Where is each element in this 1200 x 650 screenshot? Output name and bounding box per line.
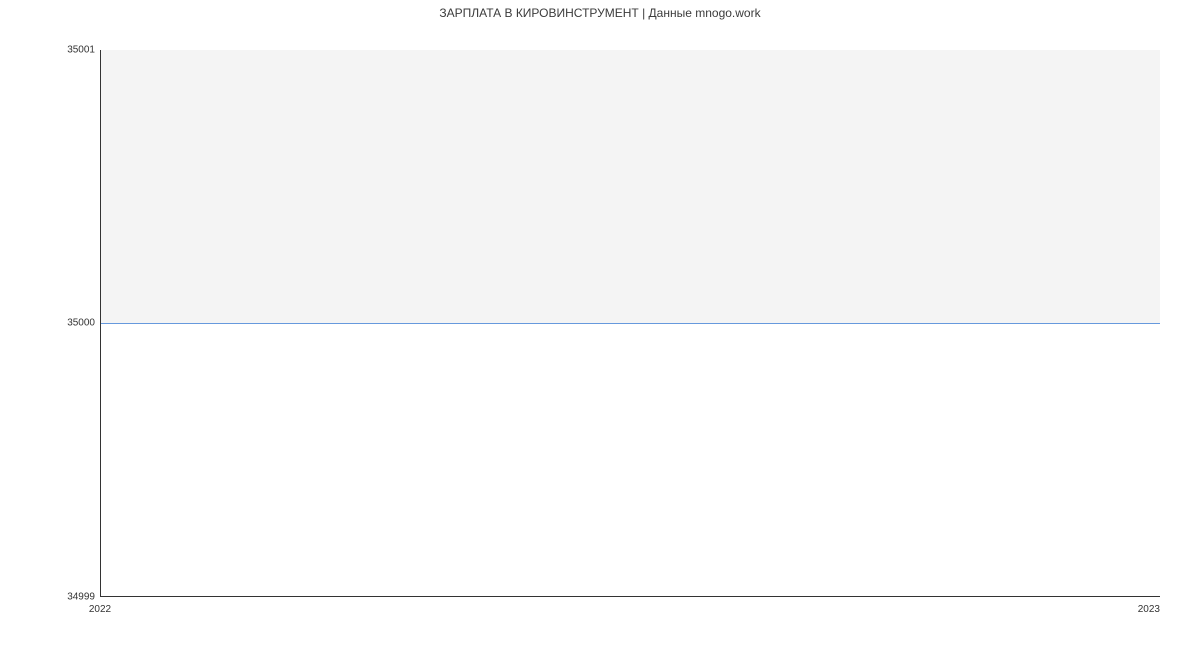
plot-band <box>101 50 1160 323</box>
y-tick-label: 35001 <box>67 45 95 56</box>
x-tick-label: 2022 <box>89 604 111 615</box>
y-tick-label: 35000 <box>67 318 95 329</box>
x-tick-label: 2023 <box>1138 604 1160 615</box>
chart-title: ЗАРПЛАТА В КИРОВИНСТРУМЕНТ | Данные mnog… <box>0 6 1200 20</box>
y-tick-label: 34999 <box>67 592 95 603</box>
plot-area <box>100 50 1160 597</box>
data-line <box>101 323 1160 324</box>
